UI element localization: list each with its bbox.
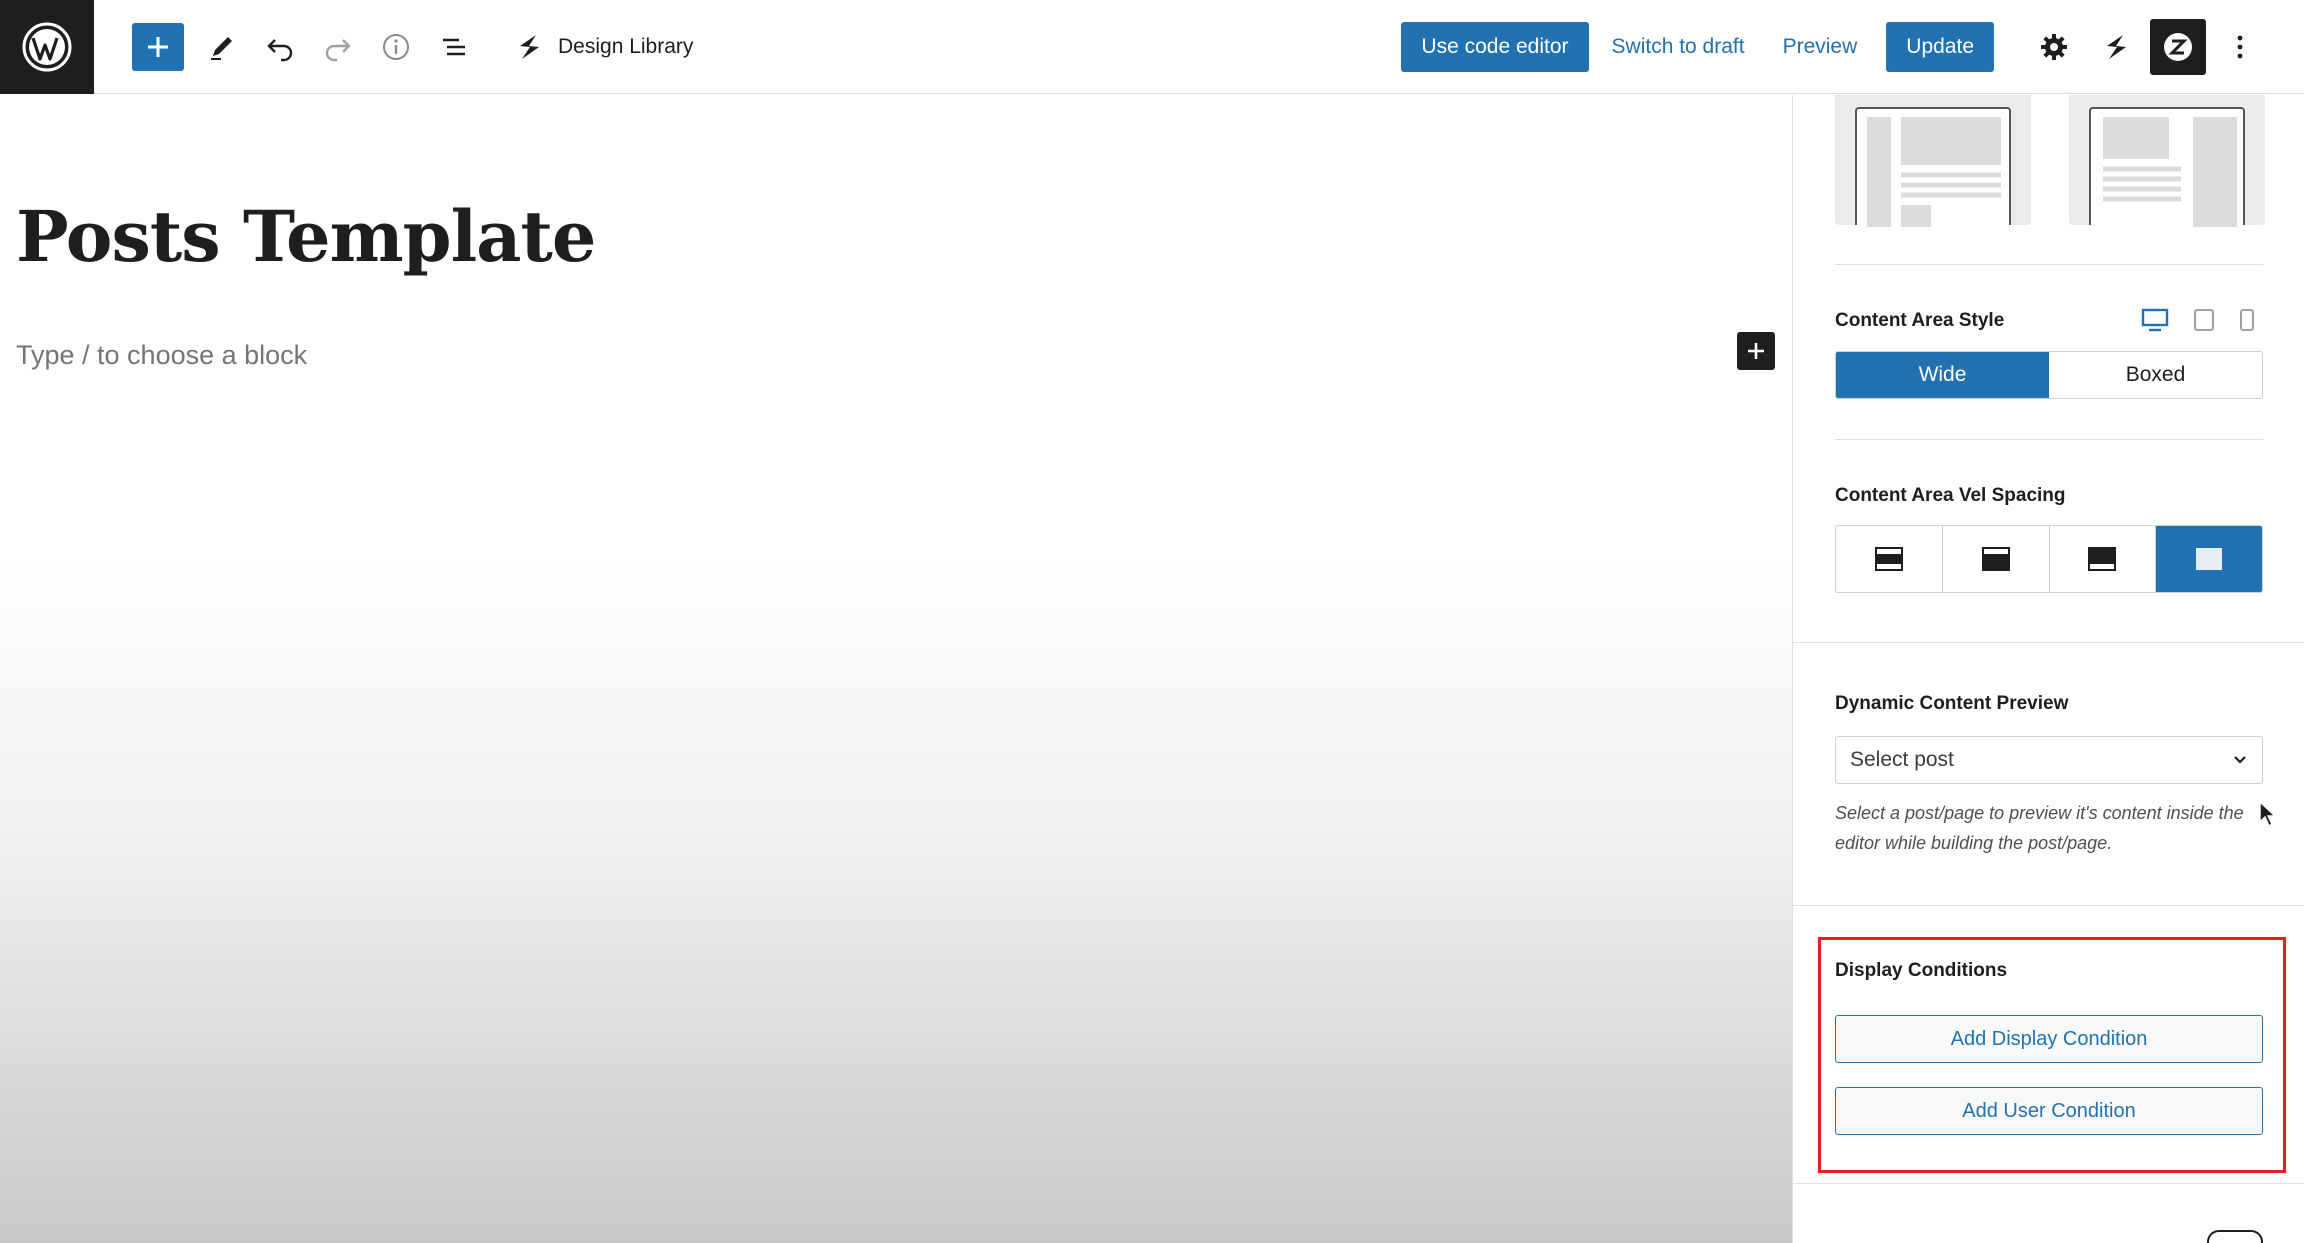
options-button[interactable] [2212,19,2268,75]
spacing-option-top[interactable] [1943,526,2050,592]
layout-left-sidebar-option[interactable] [1835,95,2031,227]
list-view-button[interactable] [434,23,474,71]
plus-icon [1748,343,1764,359]
design-library-button[interactable]: Design Library [514,32,693,62]
details-button[interactable] [376,23,416,71]
divider [1835,264,2263,265]
editor-canvas[interactable]: Posts Template Type / to choose a block [0,95,1792,1243]
settings-sidebar: Content Area Style Wide Boxed Content Ar… [1792,95,2304,1243]
select-post-value: Select post [1850,748,1954,771]
dynamic-content-preview-label: Dynamic Content Preview [1835,693,2069,714]
responsive-device-switcher [2141,308,2279,332]
panel-divider [1793,905,2304,906]
content-area-style-label: Content Area Style [1835,310,2005,331]
mobile-icon[interactable] [2239,308,2255,332]
mouse-cursor-icon [2259,800,2277,828]
brand-s-icon [2107,34,2126,59]
spacing-both-icon [1874,547,1903,571]
preview-button[interactable]: Preview [1764,22,1877,72]
list-view-icon [443,38,465,55]
select-post-dropdown[interactable]: Select post [1835,736,2263,784]
wide-option-button[interactable]: Wide [1836,352,2049,398]
spacing-top-icon [1981,547,2010,571]
update-button[interactable]: Update [1886,21,1994,72]
gear-icon [2041,33,2067,60]
boxed-option-button[interactable]: Boxed [2049,352,2262,398]
desktop-icon[interactable] [2141,308,2169,332]
divider [1835,439,2263,440]
panel-divider [1793,642,2304,643]
layout-right-sidebar-option[interactable] [2069,95,2265,227]
panel-divider [1793,1183,2304,1184]
add-display-condition-button[interactable]: Add Display Condition [1835,1015,2263,1063]
redo-icon [325,38,351,61]
brand-s-icon [520,34,539,59]
add-user-condition-button[interactable]: Add User Condition [1835,1087,2263,1135]
plugin-z-button[interactable] [2150,18,2206,75]
plus-icon [148,36,168,57]
tablet-icon[interactable] [2193,308,2215,332]
plugin-s-button[interactable] [2088,19,2144,75]
content-area-style-toggle: Wide Boxed [1835,351,2263,399]
wordpress-logo-icon[interactable] [0,0,94,94]
tools-button[interactable] [202,23,242,71]
chevron-down-icon [2232,754,2248,766]
next-setting-toggle[interactable] [2207,1230,2263,1243]
content-area-spacing-label: Content Area Vel Spacing [1835,485,2066,506]
undo-icon [267,38,293,61]
display-conditions-label: Display Conditions [1835,960,2008,981]
content-area-spacing-options [1835,525,2263,593]
block-appender-placeholder[interactable]: Type / to choose a block [16,340,307,371]
design-library-label: Design Library [558,34,694,58]
layout-right-sidebar-icon [2089,107,2245,227]
info-icon [383,33,409,60]
block-inserter-button[interactable] [132,22,184,71]
switch-to-draft-button[interactable]: Switch to draft [1593,22,1764,72]
dynamic-preview-help-text: Select a post/page to preview it's conte… [1835,803,2244,853]
pencil-icon [211,36,232,60]
redo-button[interactable] [318,23,358,71]
settings-button[interactable] [2026,19,2082,75]
spacing-none-icon [2196,548,2223,570]
layout-left-sidebar-icon [1855,107,2011,227]
post-title[interactable]: Posts Template [16,195,596,278]
brand-z-icon [2164,32,2192,61]
spacing-option-both[interactable] [1836,526,1943,592]
editor-top-bar: Design Library Use code editor Switch to… [0,0,2304,94]
more-vertical-icon [2237,35,2243,58]
undo-button[interactable] [260,23,300,71]
inline-add-block-button[interactable] [1737,332,1775,370]
use-code-editor-button[interactable]: Use code editor [1401,21,1589,72]
spacing-option-none[interactable] [2156,526,2262,592]
spacing-bottom-icon [2088,547,2117,571]
spacing-option-bottom[interactable] [2050,526,2157,592]
